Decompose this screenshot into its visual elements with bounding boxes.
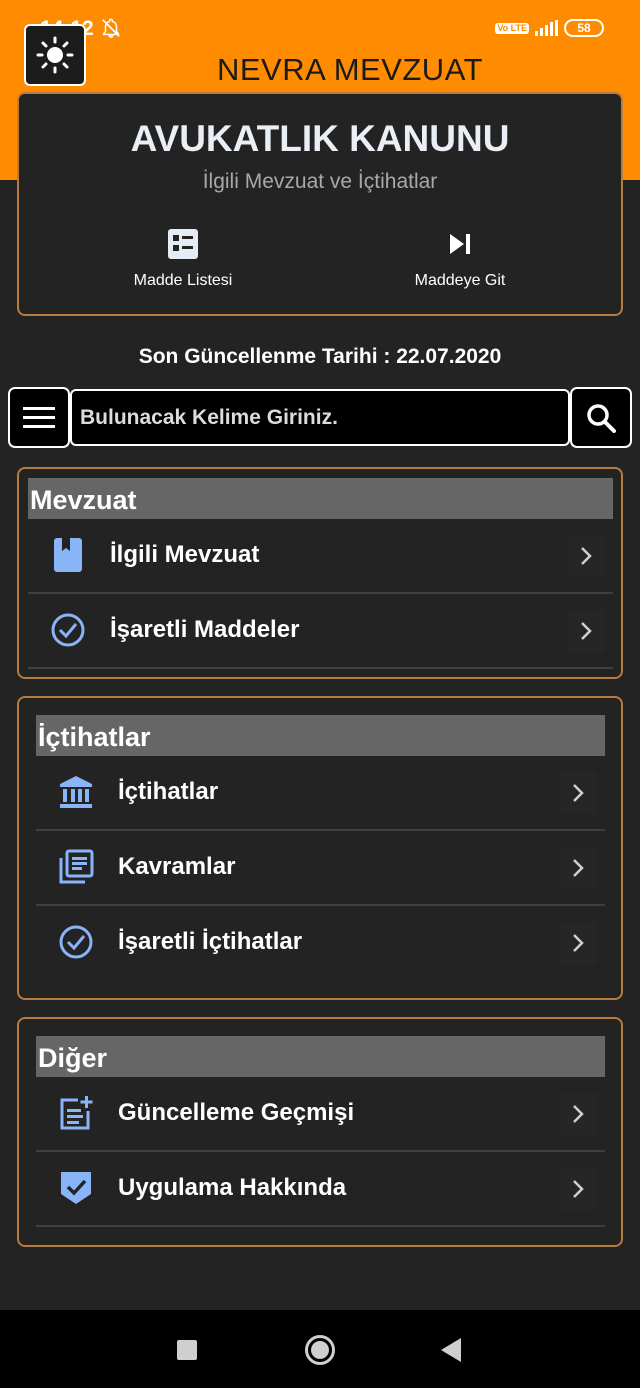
section-mevzuat: Mevzuat İlgili Mevzuat İşaretli Maddeler (17, 467, 623, 679)
chevron-right-icon (559, 1093, 597, 1135)
app-title: NEVRA MEVZUAT (216, 52, 484, 87)
list-item-label: İşaretli Maddeler (110, 616, 300, 643)
article-list-label: Madde Listesi (133, 272, 233, 289)
chevron-right-icon (567, 535, 605, 577)
list-item-label: İlgili Mevzuat (110, 541, 260, 568)
list-item-kavramlar[interactable]: Kavramlar (36, 831, 605, 906)
article-list-button[interactable]: Madde Listesi (93, 226, 273, 290)
go-to-article-label: Maddeye Git (414, 272, 506, 289)
chevron-right-icon (559, 847, 597, 889)
check-circle-icon (50, 612, 86, 648)
chevron-right-icon (559, 772, 597, 814)
book-icon (50, 537, 86, 573)
last-updated-text: Son Güncellenme Tarihi : 22.07.2020 (138, 345, 502, 368)
signal-icon (535, 20, 558, 36)
library-books-icon (58, 849, 94, 885)
status-indicators: Vo LTE 58 (495, 19, 604, 37)
chevron-right-icon (567, 610, 605, 652)
list-item-label: Kavramlar (118, 853, 236, 880)
volte-badge: Vo LTE (495, 22, 529, 34)
skip-next-icon (450, 234, 470, 254)
go-to-article-button[interactable]: Maddeye Git (370, 226, 550, 290)
menu-button[interactable] (8, 387, 70, 448)
list-item-label: İşaretli İçtihatlar (118, 928, 303, 955)
battery-indicator: 58 (564, 19, 604, 37)
courthouse-icon (58, 774, 94, 810)
law-title: AVUKATLIK KANUNU (130, 118, 510, 159)
verified-icon (58, 1170, 94, 1206)
section-ictihatlar: İçtihatlar İçtihatlar Kavramlar İşaretli… (17, 696, 623, 1000)
list-item-ilgili-mevzuat[interactable]: İlgili Mevzuat (28, 519, 613, 594)
search-icon (587, 403, 616, 433)
law-subtitle: İlgili Mevzuat ve İçtihatlar (202, 170, 438, 193)
list-item-label: İçtihatlar (118, 778, 219, 805)
search-button[interactable] (570, 387, 632, 448)
list-item-isaretli-maddeler[interactable]: İşaretli Maddeler (28, 594, 613, 669)
section-diger: Diğer Güncelleme Geçmişi Uygulama Hakkın… (17, 1017, 623, 1247)
list-item-isaretli-ictihatlar[interactable]: İşaretli İçtihatlar (36, 906, 605, 981)
chevron-right-icon (559, 922, 597, 964)
system-navigation-bar (0, 1310, 640, 1388)
status-bar: 14:12 Vo LTE 58 (0, 0, 640, 56)
list-item-guncelleme-gecmisi[interactable]: Güncelleme Geçmişi (36, 1077, 605, 1152)
bell-off-icon (102, 18, 120, 38)
list-item-label: Uygulama Hakkında (118, 1174, 347, 1201)
hamburger-icon (23, 406, 55, 428)
list-item-ictihatlar[interactable]: İçtihatlar (36, 756, 605, 831)
search-input[interactable] (70, 389, 570, 446)
section-title: Mevzuat (28, 478, 613, 519)
list-item-label: Güncelleme Geçmişi (118, 1099, 355, 1126)
recent-apps-button[interactable] (177, 1340, 197, 1360)
section-title: Diğer (36, 1036, 605, 1077)
home-button[interactable] (305, 1335, 335, 1365)
list-icon (168, 229, 198, 259)
chevron-right-icon (559, 1168, 597, 1210)
law-header-card: AVUKATLIK KANUNU İlgili Mevzuat ve İçtih… (17, 92, 623, 316)
list-item-uygulama-hakkinda[interactable]: Uygulama Hakkında (36, 1152, 605, 1227)
check-circle-icon (58, 924, 94, 960)
note-add-icon (58, 1095, 94, 1131)
back-button[interactable] (441, 1338, 461, 1362)
section-title: İçtihatlar (36, 715, 605, 756)
